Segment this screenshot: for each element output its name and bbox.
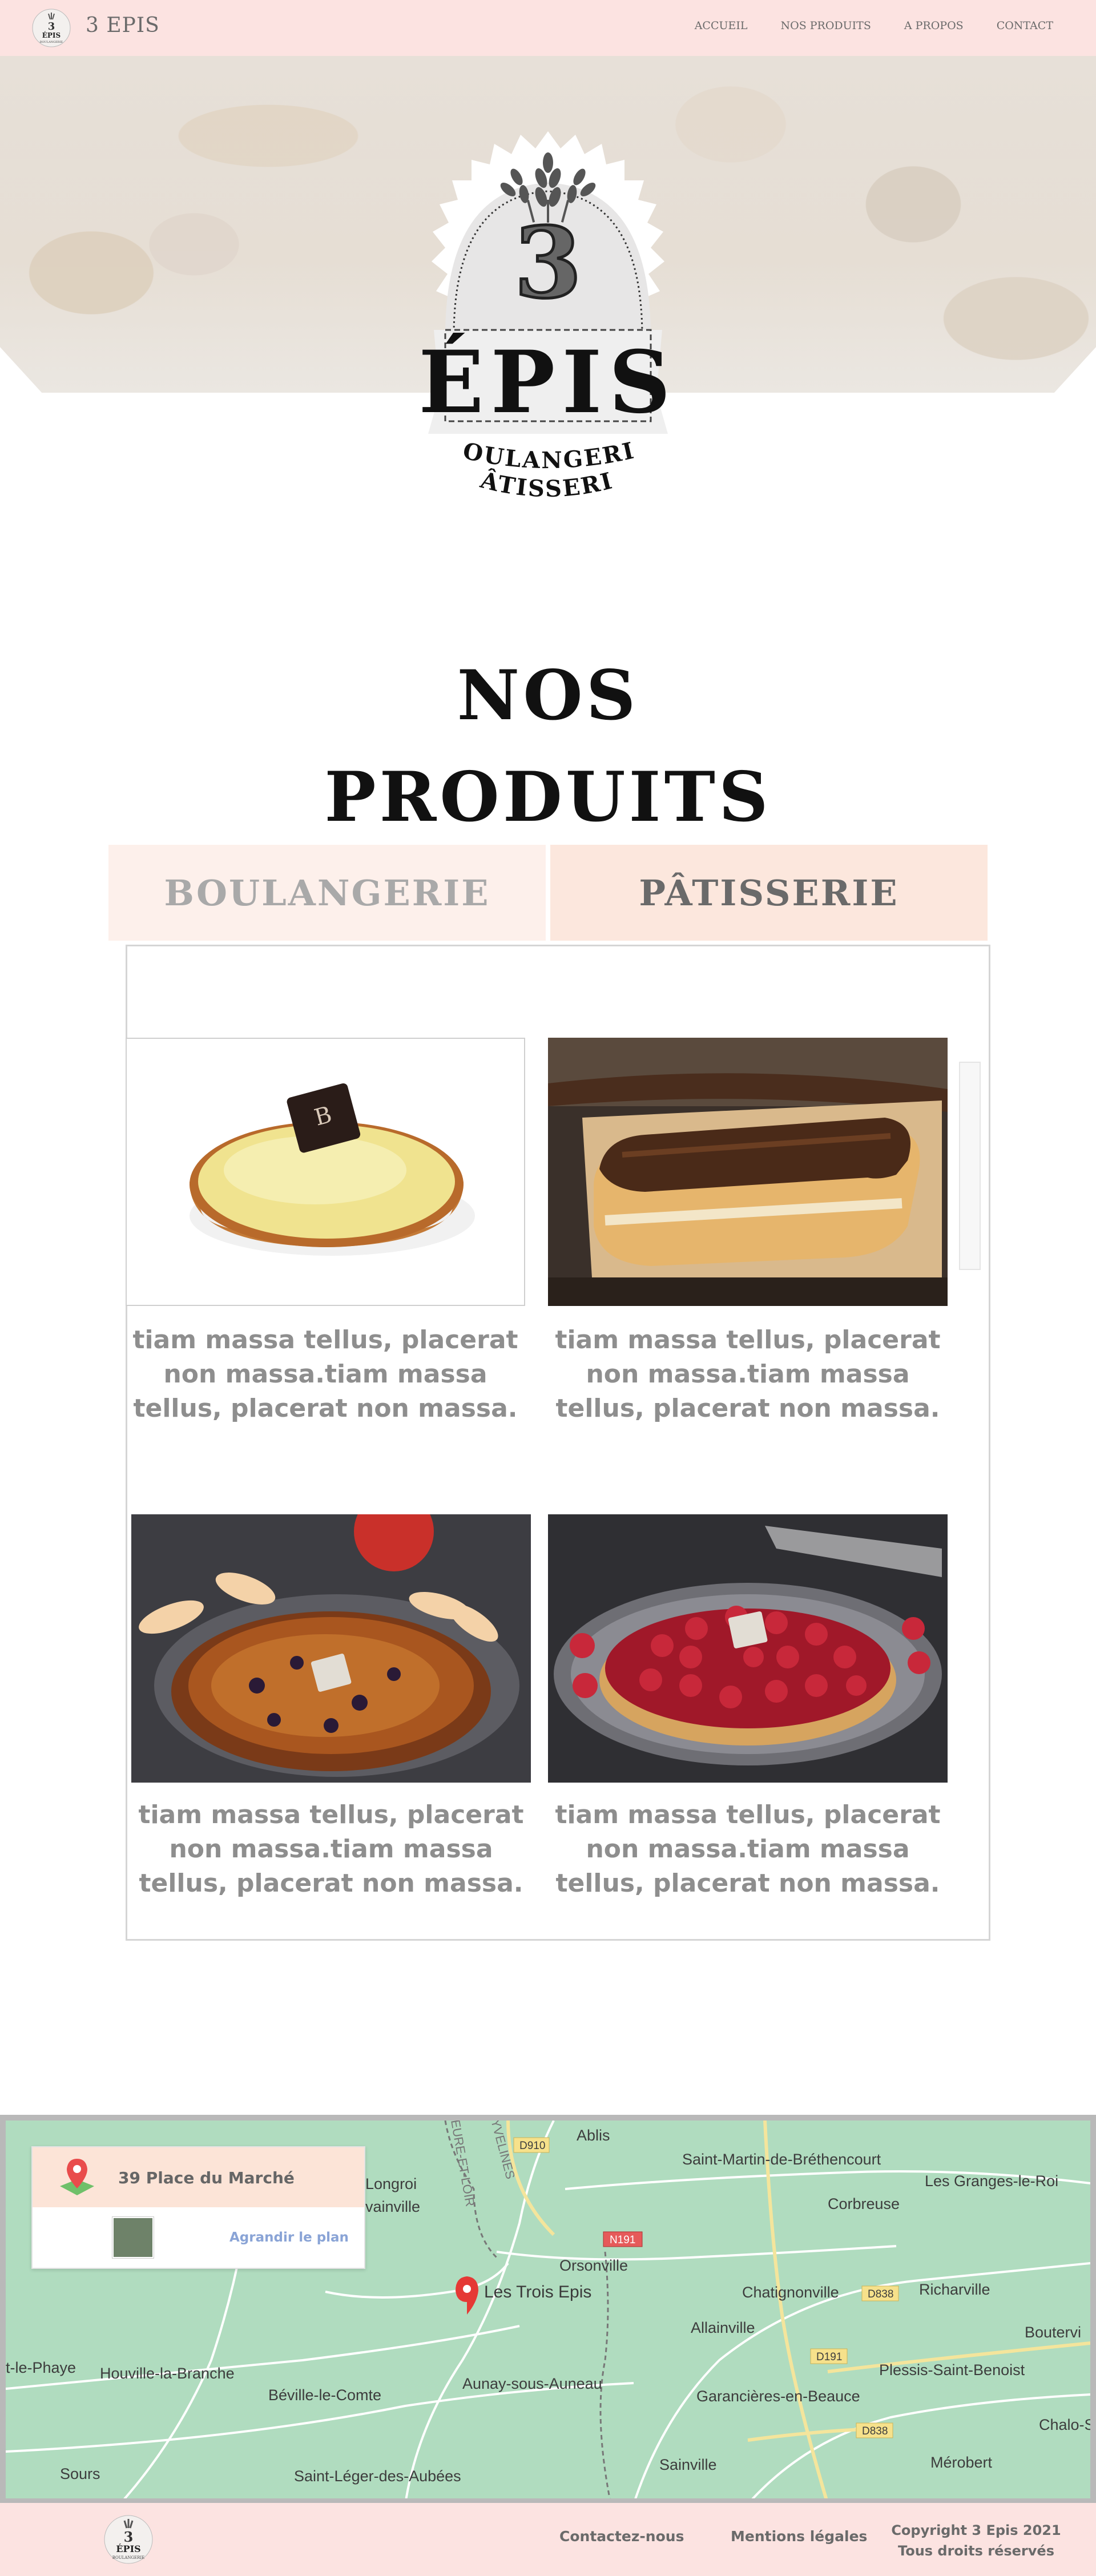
map-place: Orsonville xyxy=(559,2257,628,2274)
product-image-tarte-citron: B xyxy=(126,1038,525,1306)
footer-link-contact[interactable]: Contactez-nous xyxy=(559,2528,684,2545)
map-place: Garancières-en-Beauce xyxy=(696,2388,860,2405)
tab-patisserie[interactable]: PÂTISSERIE xyxy=(550,845,988,941)
hero-cut-right xyxy=(1053,347,1096,394)
map-card-header: 39 Place du Marché xyxy=(33,2147,364,2207)
map-place: Béville-le-Comte xyxy=(268,2386,381,2404)
map-place: Les Granges-le-Roi xyxy=(925,2172,1058,2190)
svg-text:3: 3 xyxy=(124,2529,134,2545)
footer-logo-icon[interactable]: 3 ÉPIS BOULANGERIE xyxy=(103,2512,154,2567)
footer-link-legal[interactable]: Mentions légales xyxy=(731,2528,867,2545)
map-road-label: N191 xyxy=(610,2234,635,2246)
map-place: Richarville xyxy=(919,2281,990,2298)
map-road-label: D838 xyxy=(862,2425,888,2437)
svg-text:ÉPIS: ÉPIS xyxy=(42,31,61,39)
map-place: Mérobert xyxy=(930,2454,993,2471)
enlarge-map-link[interactable]: Agrandir le plan xyxy=(229,2230,349,2245)
map-road-label: D191 xyxy=(816,2351,842,2363)
map-place: vainville xyxy=(365,2198,420,2215)
map-place: Saint-Martin-de-Bréthencourt xyxy=(682,2151,881,2168)
nav-link-contact[interactable]: CONTACT xyxy=(997,19,1053,32)
product-description: tiam massa tellus, placerat non massa.ti… xyxy=(555,1800,941,1898)
map-address: 39 Place du Marché xyxy=(118,2168,295,2187)
map-place: Sainville xyxy=(659,2456,717,2473)
section-title: NOS PRODUITS xyxy=(0,645,1096,848)
map-pin-icon xyxy=(60,2159,94,2195)
footer-copyright-line2: Tous droits réservés xyxy=(898,2543,1054,2559)
nav-link-accueil[interactable]: ACCUEIL xyxy=(695,19,748,32)
map-marker-label: Les Trois Epis xyxy=(484,2283,591,2301)
map-thumbnail[interactable] xyxy=(112,2217,154,2258)
map-place: Houville-la-Branche xyxy=(100,2365,235,2382)
nav-logo-icon[interactable]: 3 ÉPIS BOULANGERIE xyxy=(31,8,71,48)
map-place: Plessis-Saint-Benoist xyxy=(879,2361,1025,2379)
section-title-line2: PRODUITS xyxy=(324,757,772,837)
svg-text:ÉPIS: ÉPIS xyxy=(116,2543,140,2554)
product-image-eclair-chocolat xyxy=(548,1038,948,1306)
svg-text:BOULANGERIE: BOULANGERIE xyxy=(40,41,63,44)
logo-number: 3 xyxy=(514,206,582,320)
map-place: Allainville xyxy=(691,2319,755,2336)
map-place: Boutervi xyxy=(1025,2324,1081,2341)
section-title-line1: NOS xyxy=(457,655,639,736)
map-place: Chatignonville xyxy=(742,2284,839,2301)
map-place: Corbreuse xyxy=(828,2195,900,2212)
map-place: Saint-Léger-des-Aubées xyxy=(294,2468,461,2485)
map-place: Ablis xyxy=(577,2127,610,2144)
nav-links: ACCUEIL NOS PRODUITS A PROPOS CONTACT xyxy=(662,19,1053,32)
map-place: t-le-Phaye xyxy=(6,2359,76,2376)
map-place: Sours xyxy=(60,2465,100,2482)
map-info-card: 39 Place du Marché Agrandir le plan xyxy=(31,2146,365,2269)
nav-link-nos-produits[interactable]: NOS PRODUITS xyxy=(781,19,871,32)
brand-name[interactable]: 3 EPIS xyxy=(86,14,160,37)
hero-cut-left xyxy=(0,347,43,394)
product-description: tiam massa tellus, placerat non massa.ti… xyxy=(555,1325,941,1423)
product-description: tiam massa tellus, placerat non massa.ti… xyxy=(138,1800,524,1898)
scrollbar[interactable] xyxy=(959,1062,981,1270)
footer-copyright-line1: Copyright 3 Epis 2021 xyxy=(891,2522,1061,2538)
footer: 3 ÉPIS BOULANGERIE Contactez-nous Mentio… xyxy=(0,2503,1096,2576)
map-road-label: D910 xyxy=(519,2140,545,2152)
tab-boulangerie[interactable]: BOULANGERIE xyxy=(108,845,546,941)
product-image-tarte-framboise xyxy=(548,1514,948,1783)
hero-logo: 3 ÉPIS BOULANGERIE PÂTISSERIE xyxy=(348,114,678,502)
footer-copyright: Copyright 3 Epis 2021 Tous droits réserv… xyxy=(890,2520,1062,2561)
map-place: Longroi xyxy=(365,2175,417,2192)
page: 3 ÉPIS BOULANGERIE 3 EPIS ACCUEIL NOS PR… xyxy=(0,0,1096,2576)
logo-word: ÉPIS xyxy=(418,332,678,433)
product-image-tarte-pomme xyxy=(131,1514,531,1783)
navbar: 3 ÉPIS BOULANGERIE 3 EPIS ACCUEIL NOS PR… xyxy=(0,0,1096,56)
map-place: Aunay-sous-Auneau xyxy=(462,2375,602,2392)
nav-link-a-propos[interactable]: A PROPOS xyxy=(904,19,964,32)
map-place: Chalo-S xyxy=(1039,2416,1090,2433)
svg-text:BOULANGERIE: BOULANGERIE xyxy=(112,2555,145,2560)
product-description: tiam massa tellus, placerat non massa.ti… xyxy=(132,1325,518,1423)
category-tabs: BOULANGERIE PÂTISSERIE xyxy=(108,845,988,941)
svg-text:3: 3 xyxy=(48,21,55,33)
map-road-label: D838 xyxy=(868,2288,893,2300)
